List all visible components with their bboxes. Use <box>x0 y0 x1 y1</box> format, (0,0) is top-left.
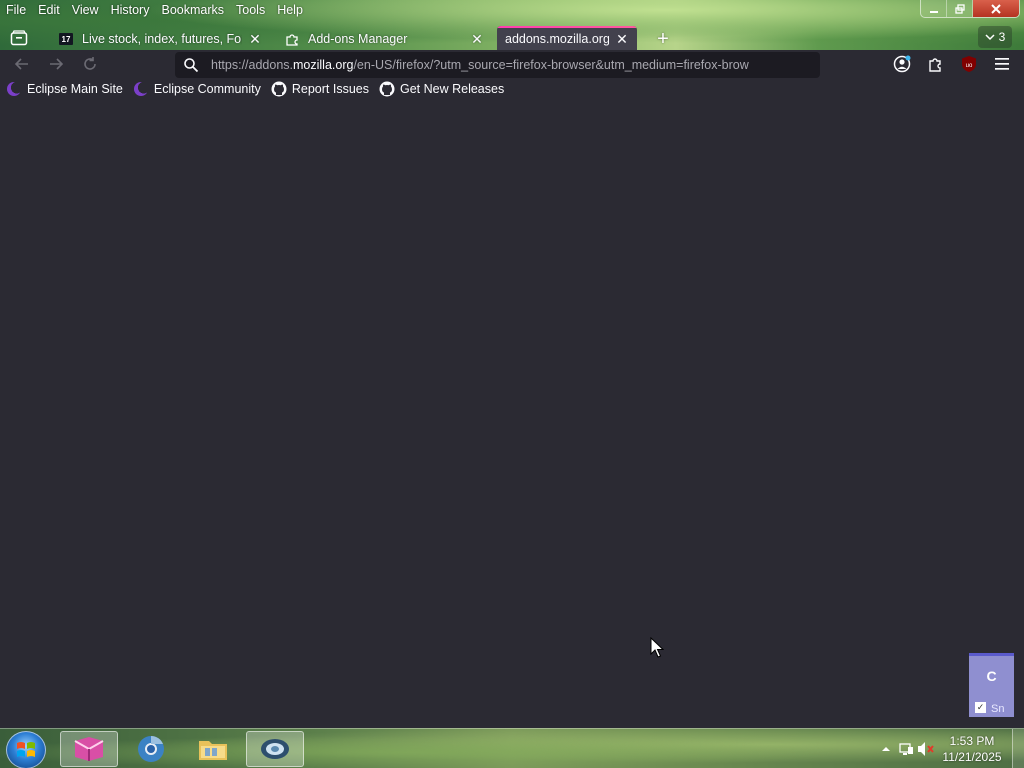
menu-history[interactable]: History <box>105 0 156 20</box>
page-content[interactable] <box>0 100 1024 728</box>
windows-logo-icon <box>17 742 35 757</box>
close-tab-icon[interactable]: ✕ <box>248 31 262 48</box>
menu-edit[interactable]: Edit <box>32 0 66 20</box>
list-all-tabs-button[interactable]: 3 <box>978 26 1012 48</box>
bookmark-label: Eclipse Community <box>153 82 261 96</box>
eclipse-icon <box>133 81 149 97</box>
taskbar-explorer-button[interactable] <box>184 731 242 767</box>
arrow-left-icon <box>14 58 28 70</box>
bookmark-report-issues[interactable]: Report Issues <box>271 79 369 99</box>
side-widget[interactable]: C ✓ Sn <box>969 653 1014 717</box>
puzzle-piece-icon <box>284 31 300 47</box>
clock-date: 11/21/2025 <box>942 750 1002 764</box>
reload-icon <box>84 57 96 70</box>
browser-fox-icon <box>74 737 104 761</box>
github-icon <box>271 81 287 97</box>
bookmark-label: Get New Releases <box>399 82 505 96</box>
system-tray: 1:53 PM 11/21/2025 <box>876 729 1024 768</box>
network-app-icon <box>261 739 289 759</box>
close-tab-icon[interactable]: ✕ <box>470 31 484 48</box>
volume-muted-icon[interactable] <box>916 739 936 759</box>
ublock-shield-icon: uo <box>962 56 976 72</box>
tab-tradingview[interactable]: 17 Live stock, index, futures, Forex ✕ <box>50 26 270 52</box>
taskbar-app-button[interactable] <box>246 731 304 767</box>
taskbar-chrome-button[interactable] <box>122 731 180 767</box>
search-icon <box>181 55 201 75</box>
reload-button[interactable] <box>78 52 102 76</box>
menu-view[interactable]: View <box>66 0 105 20</box>
network-tray-icon[interactable] <box>896 739 916 759</box>
back-button[interactable] <box>10 52 34 76</box>
close-icon <box>991 4 1001 14</box>
browser-titlebar: File Edit View History Bookmarks Tools H… <box>0 0 1024 52</box>
hamburger-menu-icon <box>995 58 1009 70</box>
arrow-right-icon <box>50 58 64 70</box>
bookmark-get-new-releases[interactable]: Get New Releases <box>379 79 504 99</box>
chevron-up-icon <box>882 747 890 751</box>
account-icon <box>893 55 911 73</box>
tab-strip: 17 Live stock, index, futures, Forex ✕ A… <box>0 24 1024 52</box>
tradingview-icon: 17 <box>58 31 74 47</box>
tab-title: addons.mozilla.org/e <box>505 32 609 46</box>
widget-letter: C <box>986 668 997 684</box>
globe-browser-icon <box>138 736 164 762</box>
firefox-view-icon <box>10 30 28 46</box>
taskbar: 1:53 PM 11/21/2025 <box>0 728 1024 768</box>
restore-button[interactable] <box>947 0 973 17</box>
bookmarks-toolbar: Eclipse Main Site Eclipse Community Repo… <box>0 78 1024 100</box>
restore-icon <box>954 4 965 14</box>
bookmark-eclipse-community[interactable]: Eclipse Community <box>133 79 261 99</box>
start-button[interactable] <box>6 731 46 768</box>
svg-text:uo: uo <box>966 63 973 69</box>
url-text[interactable]: https://addons.mozilla.org/en-US/firefox… <box>211 58 749 72</box>
tab-addons-mozilla[interactable]: addons.mozilla.org/e ✕ <box>497 26 637 52</box>
checkbox-icon[interactable]: ✓ <box>975 702 986 713</box>
widget-text: Sn <box>991 703 1005 715</box>
menu-help[interactable]: Help <box>271 0 309 20</box>
folder-icon <box>199 741 227 760</box>
new-tab-button[interactable]: + <box>651 27 675 51</box>
plus-icon: + <box>657 27 669 50</box>
show-desktop-button[interactable] <box>1012 729 1024 768</box>
mouse-cursor-icon <box>650 637 664 658</box>
bookmark-label: Report Issues <box>291 82 369 96</box>
minimize-icon <box>929 11 938 13</box>
menu-file[interactable]: File <box>0 0 32 20</box>
forward-button[interactable] <box>44 52 68 76</box>
show-hidden-icons-button[interactable] <box>876 739 896 759</box>
close-window-button[interactable] <box>973 0 1019 17</box>
menu-bar: File Edit View History Bookmarks Tools H… <box>0 0 309 20</box>
clock-time: 1:53 PM <box>949 734 995 748</box>
url-bar[interactable]: https://addons.mozilla.org/en-US/firefox… <box>175 52 820 78</box>
tab-title: Add-ons Manager <box>308 32 408 46</box>
github-icon <box>379 81 395 97</box>
firefox-view-button[interactable] <box>6 26 32 50</box>
menu-tools[interactable]: Tools <box>230 0 271 20</box>
bookmark-label: Eclipse Main Site <box>27 82 123 96</box>
chevron-down-icon <box>985 34 995 41</box>
menu-bookmarks[interactable]: Bookmarks <box>155 0 230 20</box>
extensions-button[interactable] <box>925 53 947 75</box>
ublock-origin-button[interactable]: uo <box>958 53 980 75</box>
tab-addons-manager[interactable]: Add-ons Manager ✕ <box>276 26 492 52</box>
eclipse-icon <box>6 81 22 97</box>
tab-title: Live stock, index, futures, Forex <box>82 32 242 46</box>
app-menu-button[interactable] <box>991 53 1013 75</box>
bookmark-eclipse-main-site[interactable]: Eclipse Main Site <box>6 79 123 99</box>
window-controls <box>920 0 1020 18</box>
close-tab-icon[interactable]: ✕ <box>615 31 629 48</box>
navigation-toolbar: https://addons.mozilla.org/en-US/firefox… <box>0 50 1024 78</box>
puzzle-piece-icon <box>929 58 941 72</box>
taskbar-browser-button[interactable] <box>60 731 118 767</box>
account-button[interactable] <box>891 53 913 75</box>
tab-count: 3 <box>998 30 1006 44</box>
minimize-button[interactable] <box>921 0 947 17</box>
clock[interactable]: 1:53 PM 11/21/2025 <box>936 733 1008 765</box>
